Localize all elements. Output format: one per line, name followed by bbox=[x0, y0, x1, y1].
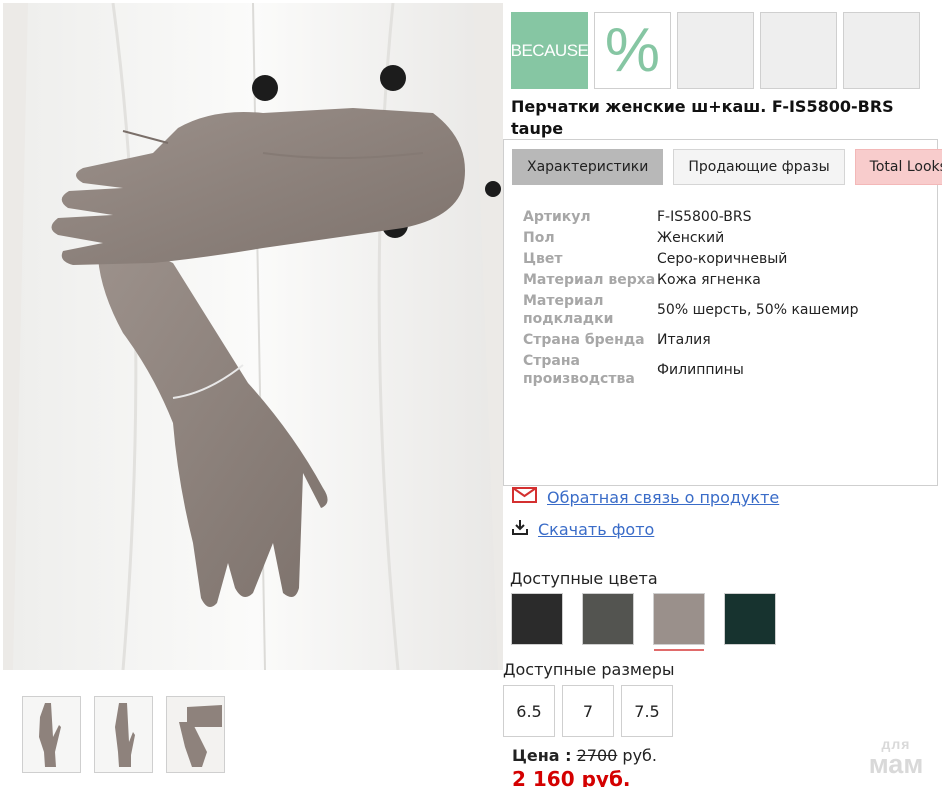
available-colors-label: Доступные цвета bbox=[510, 569, 658, 588]
empty-badge bbox=[677, 12, 754, 89]
spec-value: Серо-коричневый bbox=[657, 251, 788, 267]
info-tabs: Характеристики Продающие фразы Total Loo… bbox=[512, 149, 942, 185]
available-sizes-label: Доступные размеры bbox=[503, 660, 675, 679]
watermark-line-2: мам bbox=[868, 749, 924, 779]
feedback-link[interactable]: Обратная связь о продукте bbox=[547, 488, 779, 507]
spec-row: Артикул F-IS5800-BRS bbox=[523, 208, 858, 226]
photo-thumbnails bbox=[22, 696, 225, 773]
envelope-icon bbox=[512, 487, 537, 507]
tab-total-looks[interactable]: Total Looks bbox=[854, 149, 942, 185]
feedback-link-row: Обратная связь о продукте bbox=[512, 487, 779, 507]
old-price: 2700 bbox=[576, 746, 618, 765]
size-option[interactable]: 6.5 bbox=[503, 685, 555, 737]
spec-label: Страна производства bbox=[523, 353, 635, 387]
thumbnail-2[interactable] bbox=[94, 696, 153, 773]
empty-badge bbox=[843, 12, 920, 89]
spec-row: Материал подкладки 50% шерсть, 50% кашем… bbox=[523, 292, 858, 328]
thumbnail-1[interactable] bbox=[22, 696, 81, 773]
spec-label: Страна бренда bbox=[523, 332, 645, 348]
download-icon bbox=[512, 519, 528, 540]
product-info-panel: Характеристики Продающие фразы Total Loo… bbox=[503, 139, 942, 486]
price-currency: руб. bbox=[617, 746, 657, 765]
color-swatch-black[interactable] bbox=[511, 593, 563, 645]
spec-label: Пол bbox=[523, 230, 555, 246]
product-main-photo bbox=[3, 3, 503, 670]
spec-value: Кожа ягненка bbox=[657, 272, 761, 288]
price-row: Цена : 2700 руб. bbox=[512, 746, 657, 765]
because-badge: BECAUSE bbox=[511, 12, 589, 89]
download-link-row: Скачать фото bbox=[512, 519, 654, 540]
color-swatch-dark-green[interactable] bbox=[724, 593, 776, 645]
spec-row: Страна производства Филиппины bbox=[523, 352, 858, 388]
spec-value: Италия bbox=[657, 332, 711, 348]
size-options: 6.5 7 7.5 bbox=[503, 685, 673, 737]
spec-label: Цвет bbox=[523, 251, 563, 267]
spec-row: Страна бренда Италия bbox=[523, 331, 858, 349]
current-price: 2 160 руб. bbox=[512, 767, 631, 787]
spec-row: Материал верха Кожа ягненка bbox=[523, 271, 858, 289]
color-swatch-dark-grey[interactable] bbox=[582, 593, 634, 645]
spec-label: Материал верха bbox=[523, 272, 656, 288]
tab-characteristics[interactable]: Характеристики bbox=[512, 149, 664, 185]
spec-value: Филиппины bbox=[657, 362, 744, 378]
download-photo-link[interactable]: Скачать фото bbox=[538, 520, 654, 539]
spec-row: Пол Женский bbox=[523, 229, 858, 247]
spec-label: Артикул bbox=[523, 209, 591, 225]
size-option[interactable]: 7.5 bbox=[621, 685, 673, 737]
color-swatch-taupe[interactable] bbox=[653, 593, 705, 651]
tab-selling-phrases[interactable]: Продающие фразы bbox=[673, 149, 845, 185]
brand-badges: BECAUSE % bbox=[511, 12, 920, 89]
spec-value: Женский bbox=[657, 230, 725, 246]
discount-percent-icon: % bbox=[594, 12, 671, 89]
product-title: Перчатки женские ш+каш. F-IS5800-BRS tau… bbox=[511, 97, 894, 138]
empty-badge bbox=[760, 12, 837, 89]
spec-row: Цвет Серо-коричневый bbox=[523, 250, 858, 268]
watermark: для мам bbox=[856, 737, 936, 778]
price-label: Цена : bbox=[512, 746, 572, 765]
thumbnail-3[interactable] bbox=[166, 696, 225, 773]
spec-label: Материал подкладки bbox=[523, 293, 614, 327]
color-swatches bbox=[511, 593, 776, 651]
spec-list: Артикул F-IS5800-BRS Пол Женский Цвет Се… bbox=[523, 208, 858, 391]
spec-value: 50% шерсть, 50% кашемир bbox=[657, 302, 859, 318]
spec-value: F-IS5800-BRS bbox=[657, 209, 752, 225]
size-option[interactable]: 7 bbox=[562, 685, 614, 737]
